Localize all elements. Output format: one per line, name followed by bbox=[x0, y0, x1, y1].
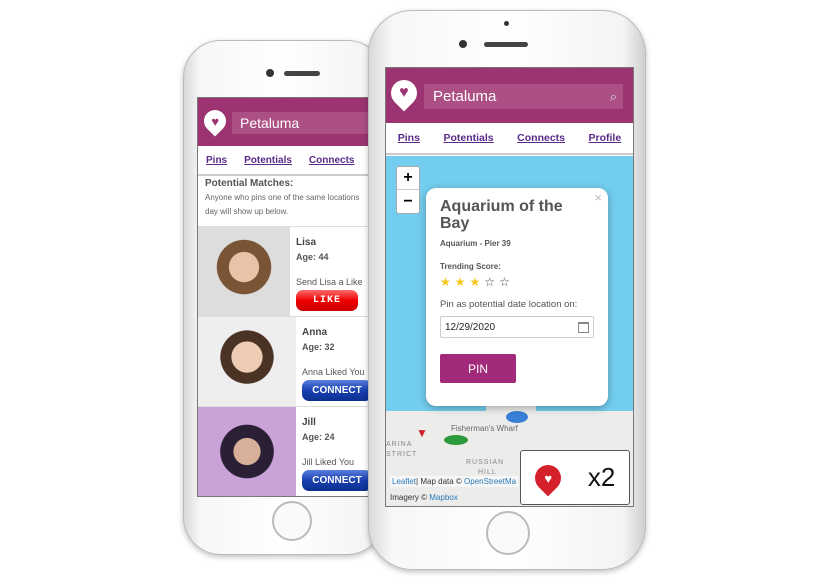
tab-potentials[interactable]: Potentials bbox=[443, 132, 493, 144]
home-button[interactable] bbox=[272, 501, 312, 541]
pin-label: Pin as potential date location on: bbox=[440, 299, 578, 310]
connect-button[interactable]: CONNECT bbox=[302, 380, 372, 401]
tab-potentials[interactable]: Potentials bbox=[244, 155, 292, 166]
nav-bar: Pins Potentials Connects bbox=[198, 146, 372, 176]
right-screen: ♥ Petaluma ⌕ Pins Potentials Connects Pro… bbox=[385, 67, 634, 507]
trending-stars: ★★★☆☆ bbox=[440, 275, 594, 289]
popup-title: Aquarium of the Bay bbox=[440, 198, 563, 232]
leaflet-link[interactable]: Leaflet bbox=[392, 477, 416, 486]
map-label: STRICT bbox=[386, 451, 418, 458]
osm-link[interactable]: OpenStreetMa bbox=[464, 477, 516, 486]
mapbox-link[interactable]: Mapbox bbox=[429, 493, 457, 502]
trending-label: Trending Score: bbox=[440, 262, 501, 271]
app-header: ♥ Petaluma ⌕ bbox=[386, 68, 633, 123]
right-phone: ♥ Petaluma ⌕ Pins Potentials Connects Pro… bbox=[368, 10, 646, 570]
tab-pins[interactable]: Pins bbox=[206, 155, 227, 166]
date-input[interactable]: 12/29/2020 bbox=[440, 316, 594, 338]
nav-bar: Pins Potentials Connects Profile bbox=[386, 123, 633, 155]
sensor bbox=[504, 21, 509, 26]
profile-photo[interactable] bbox=[198, 317, 296, 406]
search-input[interactable]: Petaluma ⌕ bbox=[424, 84, 623, 109]
star-empty-icon: ☆ bbox=[499, 275, 514, 289]
app-header: ♥ Petaluma bbox=[198, 98, 372, 146]
camera bbox=[266, 69, 274, 77]
close-icon[interactable]: × bbox=[594, 190, 602, 205]
left-phone: ♥ Petaluma Pins Potentials Connects Pote… bbox=[183, 40, 385, 555]
match-age: Age: 44 bbox=[296, 252, 329, 262]
zoom-in-button[interactable]: + bbox=[397, 167, 419, 190]
map-label: ARINA bbox=[386, 441, 413, 448]
match-card: Anna Age: 32 Anna Liked You CONNECT bbox=[198, 316, 372, 406]
match-message: Anna Liked You bbox=[302, 367, 365, 377]
match-card: Lisa Age: 44 Send Lisa a Like LIKE bbox=[198, 226, 372, 316]
search-icon[interactable]: ⌕ bbox=[610, 89, 617, 105]
tab-connects[interactable]: Connects bbox=[309, 155, 355, 166]
camera bbox=[459, 40, 467, 48]
tab-pins[interactable]: Pins bbox=[398, 132, 420, 144]
match-name: Lisa bbox=[296, 237, 317, 248]
star-filled-icon: ★ bbox=[454, 275, 470, 289]
search-input[interactable]: Petaluma bbox=[232, 112, 372, 134]
match-message: Send Lisa a Like bbox=[296, 277, 363, 287]
match-name: Anna bbox=[302, 327, 327, 338]
location-popup: × Aquarium of the Bay Aquarium - Pier 39… bbox=[426, 188, 608, 406]
pin-count-badge: ♥ x2 bbox=[520, 450, 630, 505]
fish-marker-icon[interactable] bbox=[506, 411, 528, 423]
star-empty-icon: ☆ bbox=[484, 275, 500, 289]
zoom-out-button[interactable]: − bbox=[397, 190, 419, 213]
connect-button[interactable]: CONNECT bbox=[302, 470, 372, 491]
map-label: Fisherman's Wharf bbox=[451, 424, 518, 433]
left-screen: ♥ Petaluma Pins Potentials Connects Pote… bbox=[197, 97, 373, 497]
tab-connects[interactable]: Connects bbox=[517, 132, 565, 144]
pin-count: x2 bbox=[587, 462, 616, 492]
page-title: Potential Matches: bbox=[205, 178, 294, 189]
app-logo: ♥ bbox=[386, 74, 423, 112]
tab-profile[interactable]: Profile bbox=[589, 132, 622, 144]
star-filled-icon: ★ bbox=[469, 275, 485, 289]
match-name: Jill bbox=[302, 417, 316, 428]
heart-pin-icon: ♥ bbox=[529, 459, 567, 496]
map-label: HILL bbox=[478, 469, 497, 476]
cocktail-marker-icon[interactable]: ▼ bbox=[416, 426, 428, 440]
like-button[interactable]: LIKE bbox=[296, 290, 358, 311]
match-age: Age: 24 bbox=[302, 432, 335, 442]
star-filled-icon: ★ bbox=[440, 275, 455, 289]
description: Anyone who pins one of the same location… bbox=[205, 193, 360, 216]
popup-subtitle: Aquarium - Pier 39 bbox=[440, 239, 511, 248]
app-logo: ♥ bbox=[199, 105, 231, 137]
profile-photo[interactable] bbox=[198, 227, 290, 316]
map-label: RUSSIAN bbox=[466, 459, 505, 466]
golf-marker-icon[interactable] bbox=[444, 435, 468, 445]
match-age: Age: 32 bbox=[302, 342, 335, 352]
profile-photo[interactable] bbox=[198, 407, 296, 496]
speaker bbox=[284, 71, 320, 76]
speaker bbox=[484, 42, 528, 47]
home-button[interactable] bbox=[486, 511, 530, 555]
match-message: Jill Liked You bbox=[302, 457, 355, 467]
calendar-icon[interactable] bbox=[578, 321, 589, 333]
zoom-control: + − bbox=[396, 166, 420, 214]
pin-button[interactable]: PIN bbox=[440, 354, 516, 383]
match-card: Jill Age: 24 Jill Liked You CONNECT bbox=[198, 406, 372, 496]
